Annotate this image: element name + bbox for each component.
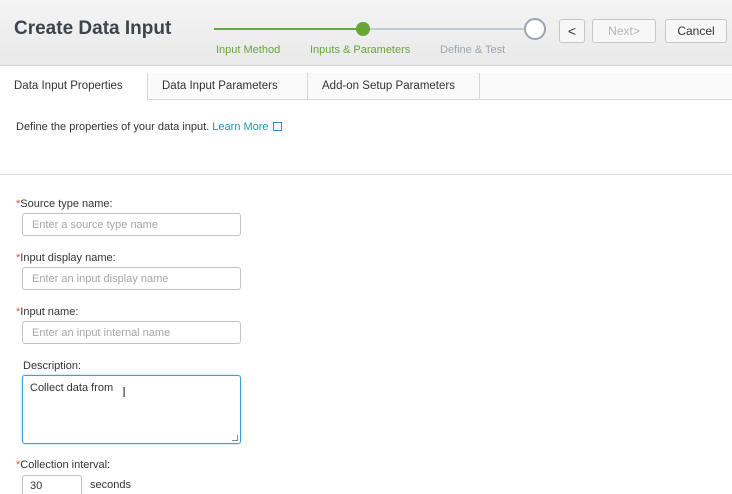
stepper-current-dot	[356, 22, 370, 36]
tab-bar: Data Input Properties Data Input Paramet…	[0, 73, 732, 101]
input-name-input[interactable]	[22, 321, 241, 344]
intro-text: Define the properties of your data input…	[16, 121, 282, 133]
source-type-label-text: Source type name:	[20, 198, 113, 210]
collection-interval-input[interactable]	[22, 475, 82, 494]
step-inputs-parameters: Inputs & Parameters	[310, 44, 411, 56]
intro-description: Define the properties of your data input…	[16, 121, 210, 133]
description-label: Description:	[23, 360, 82, 372]
resize-handle-icon[interactable]	[232, 435, 238, 441]
stepper-final-dot	[524, 18, 546, 40]
collection-interval-label: *Collection interval:	[16, 459, 110, 471]
input-name-label-text: Input name:	[20, 306, 79, 318]
source-type-label: *Source type name:	[16, 198, 113, 210]
display-name-label: *Input display name:	[16, 252, 116, 264]
learn-more-label: Learn More	[212, 121, 269, 133]
input-name-label: *Input name:	[16, 306, 78, 318]
header-bar: Create Data Input Input Method Inputs & …	[0, 0, 732, 66]
cancel-button[interactable]: Cancel	[665, 19, 727, 43]
description-textarea[interactable]: Collect data from	[22, 375, 241, 444]
section-divider	[0, 174, 732, 175]
text-cursor-icon: I	[122, 384, 127, 401]
step-input-method: Input Method	[216, 44, 281, 56]
step-define-test: Define & Test	[440, 44, 506, 56]
collection-interval-label-text: Collection interval:	[20, 459, 111, 471]
stepper-track-complete	[214, 28, 364, 30]
display-name-label-text: Input display name:	[20, 252, 116, 264]
previous-button[interactable]: <	[559, 19, 585, 43]
display-name-input[interactable]	[22, 267, 241, 290]
interval-unit: seconds	[90, 479, 131, 491]
learn-more-link[interactable]: Learn More	[212, 121, 282, 133]
tab-data-input-properties[interactable]: Data Input Properties	[0, 73, 148, 101]
page-title: Create Data Input	[14, 18, 172, 39]
source-type-input[interactable]	[22, 213, 241, 236]
external-link-icon	[272, 122, 282, 131]
progress-stepper: Input Method Inputs & Parameters Define …	[210, 14, 550, 60]
tab-data-input-parameters[interactable]: Data Input Parameters	[148, 73, 308, 100]
stepper-track-remaining	[364, 28, 532, 30]
tab-add-on-setup-parameters[interactable]: Add-on Setup Parameters	[308, 73, 480, 100]
next-button[interactable]: Next>	[592, 19, 656, 43]
